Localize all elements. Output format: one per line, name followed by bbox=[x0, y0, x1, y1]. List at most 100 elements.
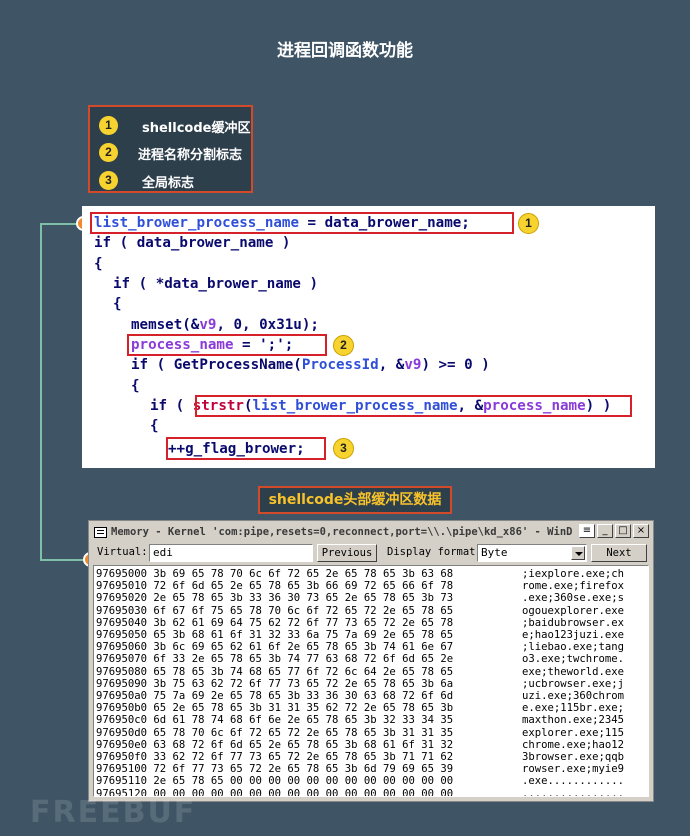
memory-hex: 75 7a 69 2e 65 78 65 3b 33 36 30 63 68 7… bbox=[153, 690, 454, 702]
memory-address: 97695090 bbox=[96, 677, 148, 690]
memory-address: 97695010 bbox=[96, 580, 148, 593]
memory-hex: 2e 65 78 65 3b 33 36 30 73 65 2e 65 78 6… bbox=[153, 592, 454, 605]
memory-ascii: uzi.exe;360chrom bbox=[522, 690, 625, 702]
previous-button[interactable]: Previous bbox=[317, 544, 377, 562]
window-menu-icon[interactable]: ≡ bbox=[579, 524, 595, 538]
virtual-address-input[interactable]: edi bbox=[149, 544, 313, 562]
memory-hex: 6d 61 78 74 68 6f 6e 2e 65 78 65 3b 32 3… bbox=[153, 714, 454, 727]
maximize-button[interactable]: □ bbox=[615, 524, 631, 538]
memory-row: 976950f0 33 62 72 6f 77 73 65 72 2e 65 7… bbox=[96, 751, 624, 764]
memory-hex: 2e 65 78 65 00 00 00 00 00 00 00 00 00 0… bbox=[153, 775, 454, 788]
memory-hex: 3b 69 65 78 70 6c 6f 72 65 2e 65 78 65 3… bbox=[153, 568, 454, 580]
memory-ascii: maxthon.exe;2345 bbox=[522, 714, 625, 727]
memory-row: 97695000 3b 69 65 78 70 6c 6f 72 65 2e 6… bbox=[96, 568, 624, 581]
memory-address: 97695060 bbox=[96, 641, 148, 654]
memory-toolbar: Virtual: edi Previous Display format: By… bbox=[91, 543, 651, 563]
memory-address: 97695030 bbox=[96, 604, 148, 617]
display-format-value: Byte bbox=[481, 546, 508, 559]
memory-window: Memory - Kernel 'com:pipe,resets=0,recon… bbox=[88, 520, 654, 802]
memory-ascii: exe;theworld.exe bbox=[522, 665, 625, 678]
memory-ascii: o3.exe;twchrome. bbox=[522, 653, 625, 666]
window-icon bbox=[94, 527, 107, 538]
code-text: memset(& bbox=[131, 317, 200, 333]
memory-address: 97695050 bbox=[96, 629, 148, 641]
legend-item-shellcode-buffer: 1 shellcode缓冲区 bbox=[90, 113, 251, 137]
memory-address: 976950a0 bbox=[96, 690, 148, 702]
highlight-box-shellcode-buffer bbox=[90, 212, 514, 234]
code-text: , 0, 0x31u); bbox=[216, 317, 319, 333]
memory-ascii: 3browser.exe;qqb bbox=[522, 751, 625, 763]
memory-hex: 3b 62 61 69 64 75 62 72 6f 77 73 65 72 2… bbox=[153, 616, 454, 629]
memory-ascii: ;ucbrowser.exe;j bbox=[522, 677, 625, 690]
virtual-label: Virtual: bbox=[97, 546, 148, 558]
buffer-label: shellcode头部缓冲区数据 bbox=[258, 486, 452, 514]
legend-item-process-separator: 2 进程名称分割标志 bbox=[90, 140, 251, 164]
memory-row: 976950c0 6d 61 78 74 68 6f 6e 2e 65 78 6… bbox=[96, 714, 624, 727]
code-text: ) >= 0 ) bbox=[421, 357, 490, 373]
code-text: if ( bbox=[150, 398, 193, 414]
memory-row: 97695010 72 6f 6d 65 2e 65 78 65 3b 66 6… bbox=[96, 580, 624, 593]
memory-row: 97695030 6f 67 6f 75 65 78 70 6c 6f 72 6… bbox=[96, 604, 624, 618]
memory-hex: 72 6f 77 73 65 72 2e 65 78 65 3b 6d 79 6… bbox=[153, 763, 454, 776]
memory-hex: 33 62 72 6f 77 73 65 72 2e 65 78 65 3b 7… bbox=[153, 751, 454, 763]
code-line: { bbox=[131, 378, 140, 394]
code-variable: v9 bbox=[404, 357, 422, 373]
code-line: { bbox=[150, 418, 159, 434]
code-line: if ( GetProcessName(ProcessId, &v9) >= 0… bbox=[131, 356, 490, 374]
legend-label: shellcode缓冲区 bbox=[142, 121, 251, 136]
memory-hex: 65 3b 68 61 6f 31 32 33 6a 75 7a 69 2e 6… bbox=[153, 629, 454, 641]
highlight-box-process-separator bbox=[127, 334, 327, 356]
display-format-label: Display format: bbox=[387, 546, 482, 558]
code-panel: list_brower_process_name = data_brower_n… bbox=[82, 206, 655, 468]
highlight-box-global-flag bbox=[166, 437, 326, 460]
memory-row: 97695060 3b 6c 69 65 62 61 6f 2e 65 78 6… bbox=[96, 641, 624, 654]
code-text: if ( GetProcessName( bbox=[131, 357, 302, 373]
memory-row: 97695070 6f 33 2e 65 78 65 3b 74 77 63 6… bbox=[96, 653, 624, 666]
next-button[interactable]: Next bbox=[591, 544, 647, 562]
page-title: 进程回调函数功能 bbox=[277, 41, 413, 61]
code-variable: v9 bbox=[199, 317, 217, 333]
memory-row: 97695110 2e 65 78 65 00 00 00 00 00 00 0… bbox=[96, 775, 624, 788]
memory-row: 97695100 72 6f 77 73 65 72 2e 65 78 65 3… bbox=[96, 763, 624, 776]
chevron-down-icon[interactable] bbox=[571, 546, 585, 560]
memory-hex: 65 2e 65 78 65 3b 31 31 35 62 72 2e 65 7… bbox=[153, 702, 454, 715]
memory-hex: 6f 33 2e 65 78 65 3b 74 77 63 68 72 6f 6… bbox=[153, 653, 454, 666]
code-line: if ( *data_brower_name ) bbox=[113, 276, 318, 292]
badge-3: 3 bbox=[333, 438, 354, 459]
close-button[interactable]: × bbox=[633, 524, 649, 538]
memory-hex: 65 78 70 6c 6f 72 65 72 2e 65 78 65 3b 3… bbox=[153, 726, 454, 739]
memory-hex: 72 6f 6d 65 2e 65 78 65 3b 66 69 72 65 6… bbox=[153, 580, 454, 593]
memory-ascii: ;iexplore.exe;ch bbox=[522, 568, 625, 580]
code-line: if ( data_brower_name ) bbox=[94, 235, 291, 251]
memory-hex: 65 78 65 3b 74 68 65 77 6f 72 6c 64 2e 6… bbox=[153, 665, 454, 678]
code-line: { bbox=[113, 296, 122, 312]
minimize-button[interactable]: _ bbox=[597, 524, 613, 538]
memory-ascii: rome.exe;firefox bbox=[522, 580, 625, 593]
memory-row: 976950a0 75 7a 69 2e 65 78 65 3b 33 36 3… bbox=[96, 690, 624, 703]
code-line: { bbox=[94, 256, 103, 272]
legend-number: 3 bbox=[99, 171, 118, 190]
memory-address: 976950e0 bbox=[96, 738, 148, 751]
memory-ascii: ;baidubrowser.ex bbox=[522, 616, 625, 629]
code-variable: ProcessId bbox=[301, 357, 379, 373]
window-title-bar[interactable]: Memory - Kernel 'com:pipe,resets=0,recon… bbox=[91, 523, 651, 541]
memory-address: 97695100 bbox=[96, 763, 148, 776]
memory-row: 976950e0 63 68 72 6f 6d 65 2e 65 78 65 3… bbox=[96, 738, 624, 752]
legend-box: 1 shellcode缓冲区 2 进程名称分割标志 3 全局标志 bbox=[88, 105, 253, 193]
memory-ascii: e;hao123juzi.exe bbox=[522, 629, 625, 641]
memory-row: 97695050 65 3b 68 61 6f 31 32 33 6a 75 7… bbox=[96, 629, 624, 642]
memory-address: 976950c0 bbox=[96, 714, 148, 727]
connector-line bbox=[40, 223, 42, 560]
legend-label: 进程名称分割标志 bbox=[138, 148, 243, 163]
memory-address: 976950b0 bbox=[96, 702, 148, 715]
display-format-select[interactable]: Byte bbox=[477, 544, 587, 562]
window-controls: ≡ _ □ × bbox=[579, 524, 649, 538]
memory-address: 976950f0 bbox=[96, 751, 148, 763]
memory-address: 97695110 bbox=[96, 775, 148, 788]
memory-address: 97695080 bbox=[96, 665, 148, 678]
badge-1: 1 bbox=[518, 213, 539, 234]
memory-dump[interactable]: 97695000 3b 69 65 78 70 6c 6f 72 65 2e 6… bbox=[93, 565, 649, 797]
legend-label: 全局标志 bbox=[142, 176, 195, 191]
memory-ascii: .exe............ bbox=[522, 775, 625, 788]
memory-row: 97695040 3b 62 61 69 64 75 62 72 6f 77 7… bbox=[96, 616, 624, 630]
